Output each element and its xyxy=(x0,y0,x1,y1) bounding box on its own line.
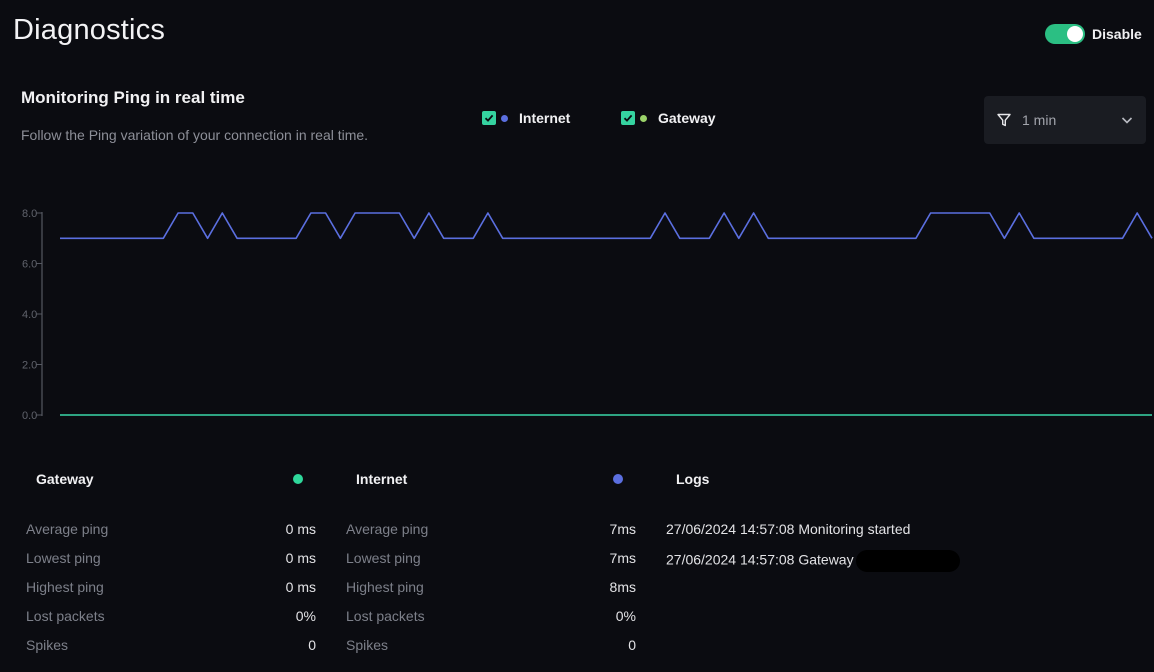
y-tick-label: 4.0 xyxy=(22,309,37,321)
internet-status-dot xyxy=(613,474,623,484)
gateway-average-value: 0 ms xyxy=(285,521,316,537)
legend-internet[interactable]: Internet xyxy=(482,110,570,126)
internet-lost-label: Lost packets xyxy=(346,608,425,624)
y-tick-label: 0.0 xyxy=(22,410,37,422)
internet-average-label: Average ping xyxy=(346,521,429,537)
monitoring-toggle[interactable] xyxy=(1045,24,1085,44)
gateway-checkbox[interactable] xyxy=(621,111,635,125)
page-title: Diagnostics xyxy=(13,14,166,46)
internet-average-value: 7ms xyxy=(609,521,636,537)
toggle-label: Disable xyxy=(1092,26,1142,42)
disable-toggle-group: Disable xyxy=(1045,24,1142,44)
monitor-subtitle: Follow the Ping variation of your connec… xyxy=(21,127,369,143)
check-icon xyxy=(484,114,494,122)
gateway-stats-title: Gateway xyxy=(36,471,94,487)
gateway-lost-label: Lost packets xyxy=(26,608,105,624)
internet-stats-title: Internet xyxy=(356,471,408,487)
filter-icon xyxy=(997,113,1011,127)
internet-lowest-label: Lowest ping xyxy=(346,550,421,566)
check-icon xyxy=(623,114,633,122)
internet-highest-label: Highest ping xyxy=(346,579,424,595)
internet-highest-value: 8ms xyxy=(609,579,636,595)
log-entry: 27/06/2024 14:57:08 Monitoring started xyxy=(666,521,910,537)
legend-internet-label: Internet xyxy=(519,110,571,126)
gateway-spikes-value: 0 xyxy=(308,637,316,653)
gateway-status-dot xyxy=(293,474,303,484)
toggle-knob xyxy=(1067,26,1083,42)
redacted-mark xyxy=(855,550,960,572)
y-tick-label: 6.0 xyxy=(22,259,37,271)
time-range-select[interactable]: 1 min xyxy=(984,96,1146,144)
time-range-value: 1 min xyxy=(1022,112,1057,128)
internet-legend-dot xyxy=(501,114,508,122)
log-entry-text: 27/06/2024 14:57:08 Monitoring started xyxy=(666,521,911,537)
log-entry-text: 27/06/2024 14:57:08 Gateway xyxy=(666,551,854,568)
internet-spikes-label: Spikes xyxy=(346,637,389,653)
legend-gateway-label: Gateway xyxy=(658,110,716,126)
gateway-spikes-label: Spikes xyxy=(26,637,69,653)
ping-chart: 0.0 2.0 4.0 6.0 8.0 xyxy=(22,208,1153,422)
legend-gateway[interactable]: Gateway xyxy=(621,110,716,126)
chevron-down-icon xyxy=(1121,117,1133,124)
gateway-legend-dot xyxy=(640,114,647,122)
gateway-lost-value: 0% xyxy=(295,608,316,624)
gateway-highest-label: Highest ping xyxy=(26,579,104,595)
internet-spikes-value: 0 xyxy=(628,637,636,653)
gateway-average-label: Average ping xyxy=(26,521,109,537)
log-entry: 27/06/2024 14:57:08 Gateway xyxy=(666,550,960,572)
internet-lowest-value: 7ms xyxy=(609,550,636,566)
internet-checkbox[interactable] xyxy=(482,111,496,125)
gateway-lowest-label: Lowest ping xyxy=(26,550,101,566)
internet-lost-value: 0% xyxy=(615,608,636,624)
y-tick-label: 2.0 xyxy=(22,360,37,372)
gateway-highest-value: 0 ms xyxy=(285,579,316,595)
logs-title: Logs xyxy=(676,471,710,487)
gateway-lowest-value: 0 ms xyxy=(285,550,316,566)
internet-series-line xyxy=(60,212,1153,240)
y-tick-label: 8.0 xyxy=(22,208,37,220)
diagnostics-page: Diagnostics Disable Monitoring Ping in r… xyxy=(0,0,1154,672)
monitor-title: Monitoring Ping in real time xyxy=(21,88,245,107)
